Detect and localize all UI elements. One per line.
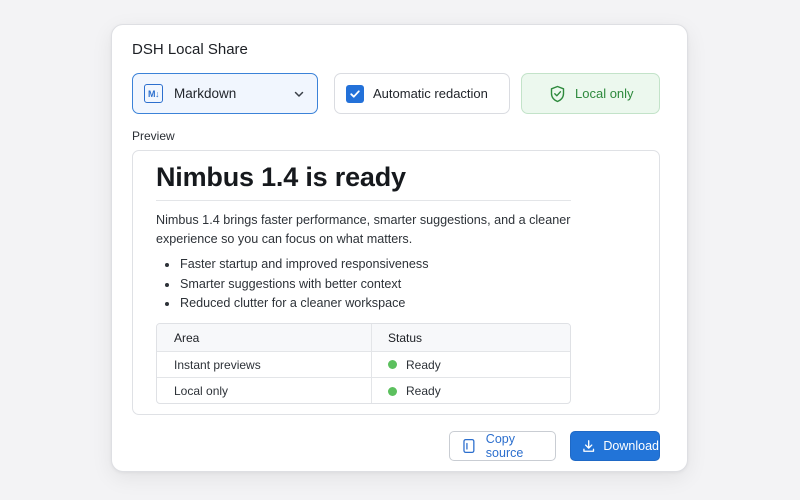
list-item: Faster startup and improved responsivene… [156,255,429,275]
local-only-label: Local only [575,86,634,101]
redaction-toggle[interactable]: Automatic redaction [334,73,510,114]
redaction-label: Automatic redaction [373,86,488,101]
doc-title: Nimbus 1.4 is ready [156,162,406,192]
table-header-row: Area Status [157,324,570,351]
download-icon [583,440,595,452]
table-cell-area: Instant previews [157,352,372,378]
format-dropdown[interactable]: M↓ Markdown [132,73,318,114]
table-cell-status: Ready [372,378,570,403]
check-icon [350,89,360,98]
download-label: Download [603,439,659,453]
table-header-status: Status [388,330,423,345]
download-button[interactable]: Download [570,431,660,461]
table-cell-area: Local only [157,378,372,403]
doc-paragraph: Nimbus 1.4 brings faster performance, sm… [156,213,571,246]
status-dot [388,360,397,370]
dialog-title: DSH Local Share [132,41,248,58]
table-header-area: Area [157,324,372,351]
status-text: Ready [406,384,441,399]
table-row: Instant previews Ready [157,351,570,378]
title-divider [156,200,571,201]
format-label: Markdown [174,86,237,101]
table-row: Local only Ready [157,377,570,403]
markdown-icon: M↓ [144,84,163,103]
doc-bullet-list: Faster startup and improved responsivene… [156,255,429,314]
copy-icon [463,438,475,454]
copy-source-button[interactable]: Copy source [449,431,556,461]
redaction-checkbox[interactable] [346,84,364,103]
list-item: Smarter suggestions with better context [156,275,429,295]
status-text: Ready [406,357,441,372]
chevron-down-icon [294,91,304,97]
share-dialog: DSH Local Share M↓ Markdown Automatic re… [111,24,688,472]
list-item: Reduced clutter for a cleaner workspace [156,294,429,314]
status-table: Area Status Instant previews Ready Local… [156,323,571,404]
status-dot [388,386,397,396]
preview-label: Preview [132,129,175,143]
shield-check-icon [550,85,565,102]
local-only-toggle[interactable]: Local only [521,73,660,114]
copy-source-label: Copy source [485,432,524,460]
preview-pane: Nimbus 1.4 is ready Nimbus 1.4 brings fa… [132,150,660,415]
table-cell-status: Ready [372,352,570,377]
